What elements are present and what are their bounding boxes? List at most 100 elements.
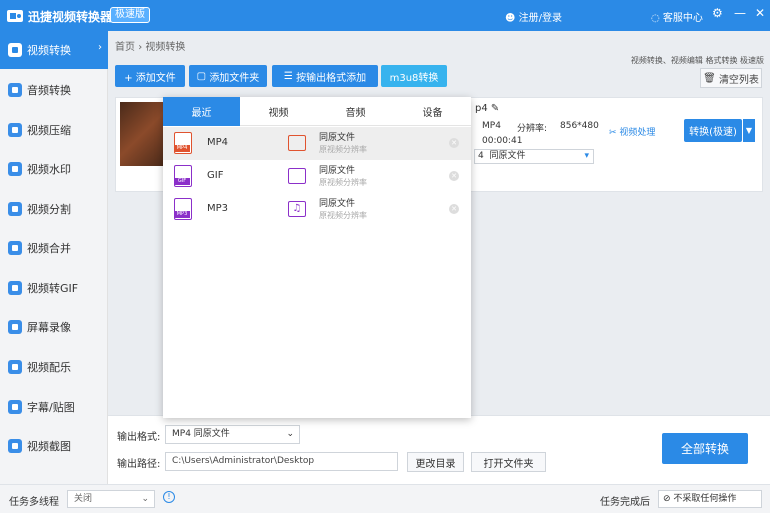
clear-list-button[interactable]: 🗑 清空列表 <box>700 68 762 88</box>
title-bar: 迅捷视频转换器 极速版 ☻ 注册/登录 ◌ 客服中心 ⚙ — ✕ <box>0 0 770 31</box>
add-by-format-button[interactable]: ☰ 按输出格式添加 <box>272 65 378 87</box>
tab-device[interactable]: 设备 <box>394 97 471 126</box>
sidebar-item-label: 视频压缩 <box>27 124 71 137</box>
sidebar-item-label: 视频截图 <box>27 440 71 453</box>
file-name: p4 ✎ <box>475 103 499 114</box>
screen-record-icon <box>8 320 22 334</box>
remove-icon[interactable]: ✕ <box>449 171 459 181</box>
service-label: 客服中心 <box>662 13 703 24</box>
convert-options-icon[interactable]: ▼ <box>743 119 755 142</box>
mp3-file-icon: MP3 <box>174 198 192 220</box>
add-by-format-label: 按输出格式添加 <box>296 72 367 84</box>
convert-fast-button[interactable]: 转换(极速) <box>684 119 742 142</box>
close-icon[interactable]: ✕ <box>755 6 765 20</box>
video-quality-icon <box>288 135 306 151</box>
screenshot-icon <box>8 439 22 453</box>
tab-video[interactable]: 视频 <box>240 97 317 126</box>
promo-text: 视频转换、视频编辑 格式转换 极速版 <box>630 56 764 65</box>
video-process-label: 视频处理 <box>619 128 656 138</box>
sidebar-item-label: 视频转GIF <box>27 282 79 295</box>
sidebar-item-label: 视频水印 <box>27 163 71 176</box>
output-path-field[interactable]: C:\Users\Administrator\Desktop <box>165 452 398 471</box>
quality-subtitle: 原视频分辨率 <box>319 178 367 187</box>
remove-icon[interactable]: ✕ <box>449 204 459 214</box>
tab-recent[interactable]: 最近 <box>163 97 240 126</box>
login-link[interactable]: ☻ 注册/登录 <box>505 9 562 24</box>
edition-badge: 极速版 <box>110 7 150 23</box>
music-icon <box>8 360 22 374</box>
m3u8-button[interactable]: m3u8转换 <box>381 65 447 87</box>
app-title: 迅捷视频转换器 <box>28 10 113 24</box>
sidebar-item-compress[interactable]: 视频压缩 <box>0 111 108 149</box>
add-folder-label: 添加文件夹 <box>209 72 260 84</box>
sidebar-item-label: 音频转换 <box>27 84 71 97</box>
sidebar-item-watermark[interactable]: 视频水印 <box>0 150 108 188</box>
sidebar-item-subtitle[interactable]: 字幕/贴图 <box>0 388 108 426</box>
customer-service-link[interactable]: ◌ 客服中心 <box>651 9 703 24</box>
status-bar: 任务多线程 关闭 ⌄ ! 任务完成后 ⊘ 不采取任何操作 <box>0 484 770 513</box>
output-panel: 输出格式: MP4 同原文件 ⌄ 输出路径: C:\Users\Administr… <box>108 415 770 484</box>
mp4-file-icon: MP4 <box>174 132 192 154</box>
sidebar-item-split[interactable]: 视频分割 <box>0 190 108 228</box>
sidebar-item-music[interactable]: 视频配乐 <box>0 348 108 386</box>
after-complete-select[interactable]: ⊘ 不采取任何操作 <box>658 490 762 508</box>
file-name-suffix: p4 <box>475 103 488 114</box>
video-convert-icon <box>8 43 22 57</box>
sidebar-item-screenshot[interactable]: 视频截图 <box>0 427 108 465</box>
global-format-select[interactable]: MP4 同原文件 ⌄ <box>165 425 300 444</box>
compress-icon <box>8 123 22 137</box>
edit-name-icon[interactable]: ✎ <box>491 103 499 114</box>
after-complete-label: 任务完成后 <box>600 497 650 508</box>
chevron-down-icon: ⌄ <box>286 429 294 439</box>
format-name: MP3 <box>207 203 229 214</box>
breadcrumb-current: 视频转换 <box>145 42 186 53</box>
split-icon <box>8 202 22 216</box>
sidebar-item-label: 视频配乐 <box>27 361 71 374</box>
login-label: 注册/登录 <box>518 13 562 24</box>
sidebar-item-audio-convert[interactable]: 音频转换 <box>0 71 108 109</box>
multithread-select[interactable]: 关闭 ⌄ <box>67 490 155 508</box>
duration-value: 00:00:41 <box>482 136 523 146</box>
open-folder-button[interactable]: 打开文件夹 <box>471 452 546 472</box>
convert-all-button[interactable]: 全部转换 <box>662 433 748 464</box>
change-dir-button[interactable]: 更改目录 <box>407 452 464 472</box>
format-row-mp4[interactable]: MP4 MP4 同原文件 原视频分辨率 ✕ <box>163 127 471 160</box>
chevron-right-icon: › <box>98 42 102 53</box>
minimize-icon[interactable]: — <box>734 6 746 20</box>
sidebar-item-merge[interactable]: 视频合并 <box>0 229 108 267</box>
scissors-icon: ✂ <box>609 128 620 138</box>
format-name: GIF <box>207 170 224 181</box>
merge-icon <box>8 241 22 255</box>
format-popup: 最近 视频 音频 设备 MP4 MP4 同原文件 原视频分辨率 ✕ GIF GI… <box>163 97 471 418</box>
remove-icon[interactable]: ✕ <box>449 138 459 148</box>
add-file-button[interactable]: + 添加文件 <box>115 65 185 87</box>
global-format-value: MP4 同原文件 <box>172 429 230 439</box>
gif-icon <box>8 281 22 295</box>
multithread-value: 关闭 <box>74 494 93 504</box>
output-quality-value: 同原文件 <box>489 151 526 161</box>
sidebar-item-video-convert[interactable]: 视频转换 › <box>0 31 108 69</box>
audio-convert-icon <box>8 83 22 97</box>
video-quality-icon <box>288 168 306 184</box>
quality-subtitle: 原视频分辨率 <box>319 211 367 220</box>
subtitle-icon <box>8 400 22 414</box>
gif-tag: GIF <box>174 178 190 185</box>
video-process-link[interactable]: ✂ 视频处理 <box>609 125 655 138</box>
sidebar-item-label: 字幕/贴图 <box>27 401 75 414</box>
resolution-value: 856*480 <box>560 121 599 131</box>
clear-list-label: 清空列表 <box>718 74 759 86</box>
format-row-mp3[interactable]: MP3 MP3 ♫ 同原文件 原视频分辨率 ✕ <box>163 193 471 226</box>
folder-icon: ▢ <box>196 70 210 82</box>
settings-icon[interactable]: ⚙ <box>712 6 723 20</box>
add-folder-button[interactable]: ▢ 添加文件夹 <box>189 65 267 87</box>
format-row-gif[interactable]: GIF GIF 同原文件 原视频分辨率 ✕ <box>163 160 471 193</box>
info-icon[interactable]: ! <box>163 491 175 503</box>
sidebar-item-screen-record[interactable]: 屏幕录像 <box>0 308 108 346</box>
mp3-tag: MP3 <box>174 211 190 218</box>
output-format-select[interactable]: 4 同原文件 ▾ <box>474 149 594 164</box>
sidebar-item-gif[interactable]: 视频转GIF <box>0 269 108 307</box>
mp4-tag: MP4 <box>174 145 190 152</box>
breadcrumb-home[interactable]: 首页 <box>115 42 135 53</box>
tab-audio[interactable]: 音频 <box>317 97 394 126</box>
list-icon: ☰ <box>283 70 297 82</box>
